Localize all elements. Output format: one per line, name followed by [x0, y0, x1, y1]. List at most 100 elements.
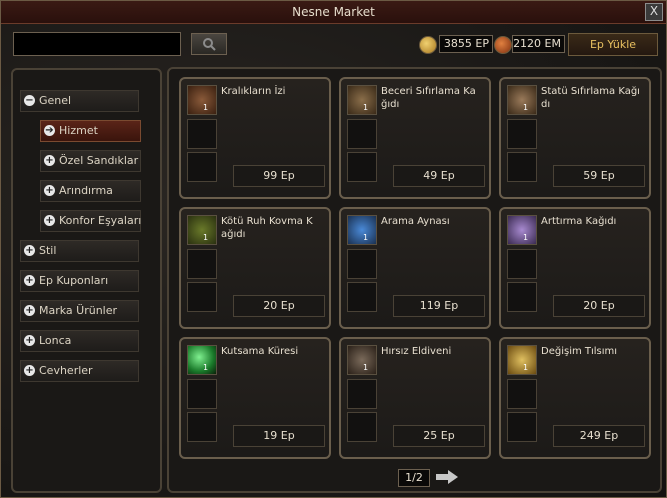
item-card[interactable]: 1 Kutsama Küresi 19 Ep: [179, 337, 331, 459]
empty-slot: [507, 412, 537, 442]
em-coin-icon: [494, 36, 512, 54]
category-ozel-sandiklar[interactable]: + Özel Sandıklar: [40, 150, 141, 172]
em-balance: 2120 EM: [512, 35, 565, 53]
item-card[interactable]: 1 Değişim Tılsımı 249 Ep: [499, 337, 651, 459]
load-ep-button[interactable]: Ep Yükle: [568, 33, 658, 56]
item-name: Statü Sıfırlama Kağı dı: [541, 86, 640, 110]
next-page-arrow-icon[interactable]: [436, 470, 458, 484]
item-price: 49 Ep: [393, 165, 485, 187]
empty-slot: [187, 379, 217, 409]
item-quantity: 1: [363, 233, 369, 242]
item-price: 19 Ep: [233, 425, 325, 447]
item-price: 20 Ep: [233, 295, 325, 317]
expand-icon: +: [24, 275, 35, 286]
item-name: Arttırma Kağıdı: [541, 216, 617, 227]
empty-slot: [347, 152, 377, 182]
expand-icon: +: [24, 365, 35, 376]
item-price: 99 Ep: [233, 165, 325, 187]
item-grid: 1 Kralıkların İzi 99 Ep 1 Beceri Sıfırla…: [167, 67, 662, 493]
empty-slot: [187, 282, 217, 312]
item-quantity: 1: [523, 103, 529, 112]
item-card[interactable]: 1 Hırsız Eldiveni 25 Ep: [339, 337, 491, 459]
category-label: Genel: [39, 94, 72, 107]
mirror-icon: [347, 215, 377, 245]
paper-icon: [507, 85, 537, 115]
item-price: 249 Ep: [553, 425, 645, 447]
item-name: Kötü Ruh Kovma K ağıdı: [221, 216, 313, 240]
empty-slot: [347, 379, 377, 409]
item-card[interactable]: 1 Statü Sıfırlama Kağı dı 59 Ep: [499, 77, 651, 199]
expand-icon: +: [44, 155, 55, 166]
item-name: Kralıkların İzi: [221, 86, 286, 97]
category-ep-kuponlari[interactable]: + Ep Kuponları: [20, 270, 139, 292]
item-name: Değişim Tılsımı: [541, 346, 618, 357]
item-quantity: 1: [523, 363, 529, 372]
empty-slot: [187, 119, 217, 149]
category-hizmet[interactable]: ➔ Hizmet: [40, 120, 141, 142]
category-label: Lonca: [39, 334, 72, 347]
category-label: Hizmet: [59, 124, 98, 137]
item-card[interactable]: 1 Arama Aynası 119 Ep: [339, 207, 491, 329]
empty-slot: [507, 152, 537, 182]
category-label: Konfor Eşyaları: [59, 214, 142, 227]
glove-icon: [347, 345, 377, 375]
empty-slot: [507, 379, 537, 409]
empty-slot: [507, 249, 537, 279]
item-quantity: 1: [203, 103, 209, 112]
empty-slot: [507, 119, 537, 149]
orb-icon: [187, 345, 217, 375]
category-label: Özel Sandıklar: [59, 154, 139, 167]
item-price: 25 Ep: [393, 425, 485, 447]
expand-icon: +: [24, 245, 35, 256]
ep-coin-icon: [419, 36, 437, 54]
category-label: Cevherler: [39, 364, 93, 377]
category-label: Marka Ürünler: [39, 304, 118, 317]
item-card[interactable]: 1 Kralıkların İzi 99 Ep: [179, 77, 331, 199]
expand-icon: +: [44, 185, 55, 196]
item-card[interactable]: 1 Arttırma Kağıdı 20 Ep: [499, 207, 651, 329]
category-arindirma[interactable]: + Arındırma: [40, 180, 141, 202]
category-label: Arındırma: [59, 184, 113, 197]
empty-slot: [347, 249, 377, 279]
search-input[interactable]: [13, 32, 181, 56]
empty-slot: [347, 119, 377, 149]
paper-icon: [347, 85, 377, 115]
item-quantity: 1: [523, 233, 529, 242]
category-cevherler[interactable]: + Cevherler: [20, 360, 139, 382]
feather-icon: [507, 215, 537, 245]
category-label: Ep Kuponları: [39, 274, 109, 287]
search-icon: [203, 38, 216, 51]
scroll-icon: [187, 85, 217, 115]
close-button[interactable]: X: [645, 3, 663, 21]
empty-slot: [347, 412, 377, 442]
charm-icon: [187, 215, 217, 245]
item-card[interactable]: 1 Kötü Ruh Kovma K ağıdı 20 Ep: [179, 207, 331, 329]
collapse-icon: −: [24, 95, 35, 106]
item-market-window: Nesne Market X 3855 EP 2120 EM Ep Yükle …: [0, 0, 667, 498]
item-name: Beceri Sıfırlama Ka ğıdı: [381, 86, 476, 110]
item-quantity: 1: [363, 363, 369, 372]
ep-balance: 3855 EP: [439, 35, 493, 53]
item-card[interactable]: 1 Beceri Sıfırlama Ka ğıdı 49 Ep: [339, 77, 491, 199]
item-name: Hırsız Eldiveni: [381, 346, 452, 357]
category-marka-urunler[interactable]: + Marka Ürünler: [20, 300, 139, 322]
expand-icon: +: [44, 215, 55, 226]
page-indicator: 1/2: [398, 469, 430, 487]
search-button[interactable]: [191, 33, 227, 55]
empty-slot: [347, 282, 377, 312]
category-stil[interactable]: + Stil: [20, 240, 139, 262]
window-title: Nesne Market: [292, 5, 375, 19]
title-bar[interactable]: Nesne Market: [1, 1, 666, 24]
category-lonca[interactable]: + Lonca: [20, 330, 139, 352]
category-konfor-esyalari[interactable]: + Konfor Eşyaları: [40, 210, 141, 232]
item-name: Arama Aynası: [381, 216, 450, 227]
empty-slot: [187, 249, 217, 279]
category-label: Stil: [39, 244, 57, 257]
item-price: 20 Ep: [553, 295, 645, 317]
category-sidebar: − Genel ➔ Hizmet + Özel Sandıklar + Arın…: [11, 68, 162, 493]
category-genel[interactable]: − Genel: [20, 90, 139, 112]
arrow-right-icon: ➔: [44, 125, 55, 136]
empty-slot: [187, 412, 217, 442]
talisman-icon: [507, 345, 537, 375]
item-price: 59 Ep: [553, 165, 645, 187]
